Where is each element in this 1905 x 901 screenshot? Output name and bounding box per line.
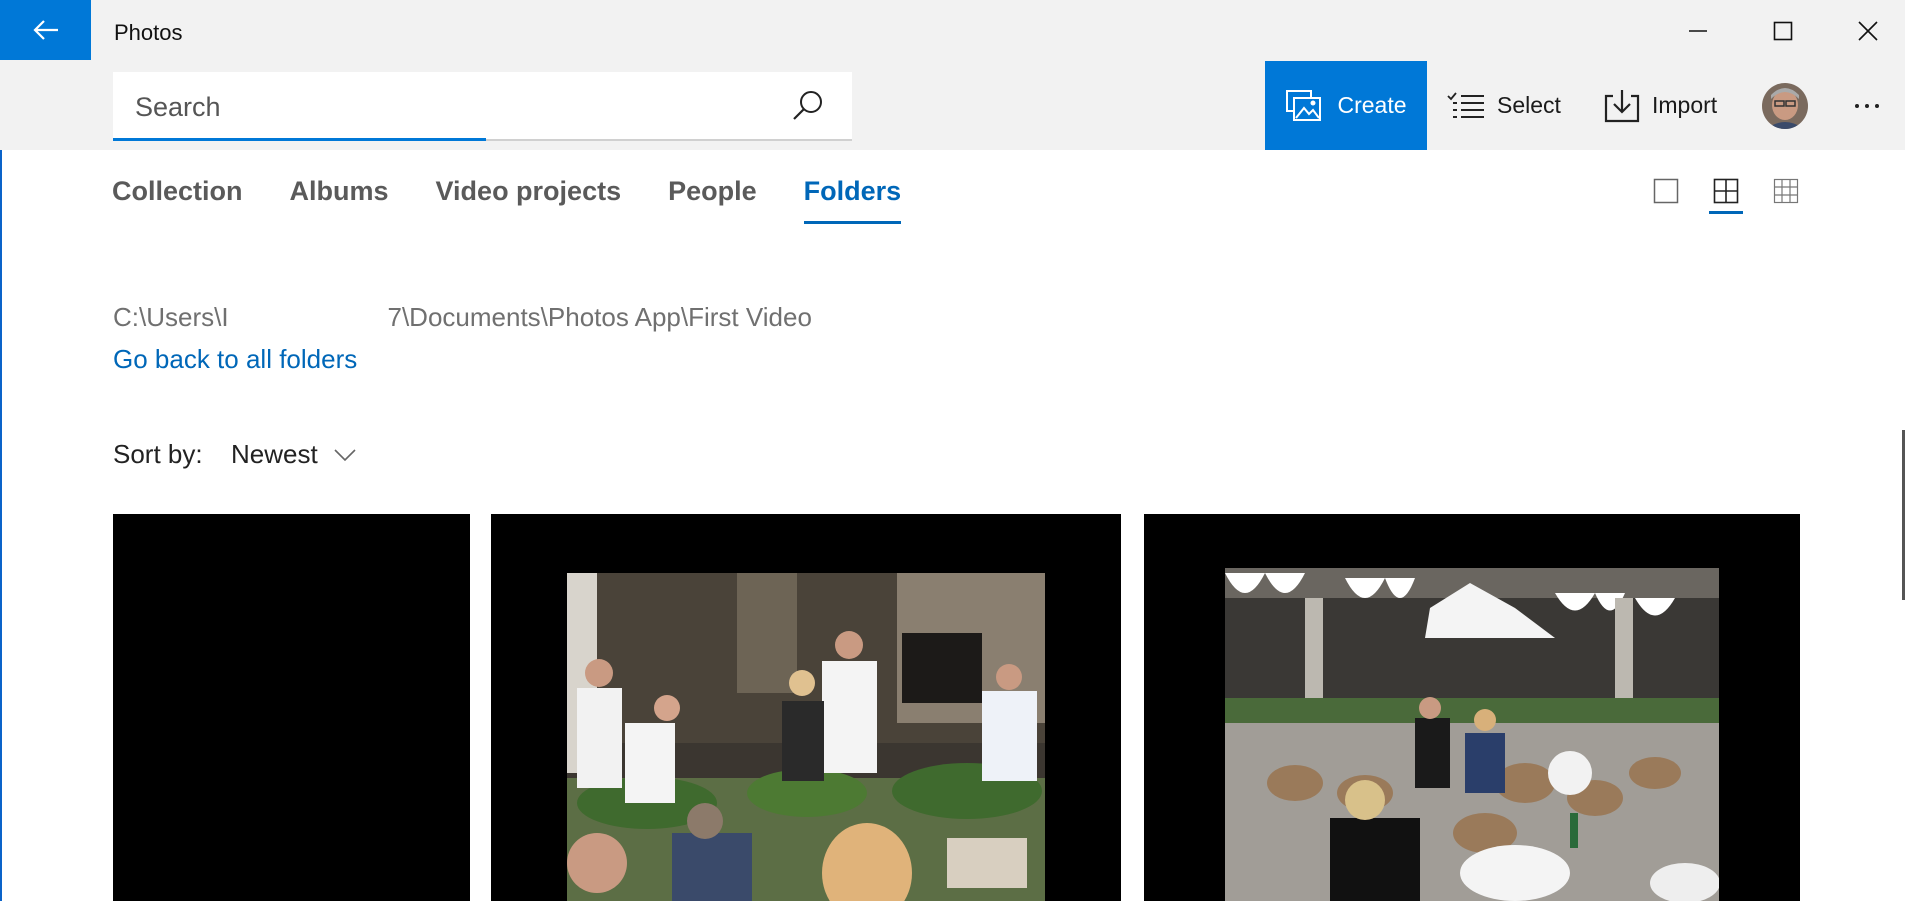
create-button[interactable]: Create bbox=[1265, 61, 1427, 150]
video-thumbnail[interactable] bbox=[113, 514, 470, 901]
tab-albums[interactable]: Albums bbox=[290, 176, 389, 224]
tab-folders[interactable]: Folders bbox=[803, 176, 901, 224]
user-avatar-icon bbox=[1762, 83, 1808, 129]
maximize-icon bbox=[1773, 21, 1792, 41]
select-button[interactable]: Select bbox=[1447, 61, 1561, 150]
title-bar: Photos Create Select bbox=[0, 0, 1905, 150]
close-icon bbox=[1857, 21, 1878, 41]
sort-label: Sort by: bbox=[113, 439, 203, 469]
import-button[interactable]: Import bbox=[1604, 61, 1717, 150]
medium-tile-icon bbox=[1713, 178, 1739, 204]
cafe-scene-image bbox=[1225, 568, 1719, 901]
back-button[interactable] bbox=[0, 0, 91, 60]
sort-dropdown[interactable]: Newest bbox=[231, 439, 356, 470]
search-focus-underline bbox=[113, 138, 486, 141]
maximize-button[interactable] bbox=[1740, 0, 1825, 62]
small-tiles-button[interactable] bbox=[1772, 178, 1800, 214]
small-tile-icon bbox=[1773, 178, 1799, 204]
import-icon bbox=[1604, 89, 1640, 122]
tab-people[interactable]: People bbox=[668, 176, 757, 224]
medium-tiles-button[interactable] bbox=[1709, 178, 1743, 214]
minimize-icon bbox=[1688, 30, 1707, 32]
view-size-toggles bbox=[1652, 178, 1800, 218]
more-dot bbox=[1855, 104, 1859, 108]
search-icon[interactable] bbox=[790, 88, 826, 124]
more-dot bbox=[1865, 104, 1869, 108]
large-tile-icon bbox=[1653, 178, 1679, 204]
video-thumbnail[interactable] bbox=[1144, 514, 1800, 901]
select-label: Select bbox=[1497, 92, 1561, 118]
create-label: Create bbox=[1337, 92, 1407, 118]
back-to-all-folders-link[interactable]: Go back to all folders bbox=[113, 344, 357, 375]
checklist-icon bbox=[1447, 91, 1484, 118]
tab-video-projects[interactable]: Video projects bbox=[436, 176, 622, 224]
search-box bbox=[113, 72, 852, 141]
close-button[interactable] bbox=[1825, 0, 1905, 62]
search-input[interactable] bbox=[135, 88, 775, 126]
nav-tabs: Collection Albums Video projects People … bbox=[112, 176, 901, 224]
import-label: Import bbox=[1652, 92, 1718, 118]
folder-path: C:\Users\I 7\Documents\Photos App\First … bbox=[113, 302, 812, 332]
more-dot bbox=[1875, 104, 1879, 108]
tab-collection[interactable]: Collection bbox=[112, 176, 243, 224]
window-accent-edge bbox=[0, 150, 2, 901]
large-tiles-button[interactable] bbox=[1652, 178, 1680, 214]
back-arrow-icon bbox=[32, 20, 58, 40]
concert-scene-image bbox=[567, 573, 1045, 901]
more-options-button[interactable] bbox=[1842, 88, 1892, 124]
minimize-button[interactable] bbox=[1655, 0, 1740, 62]
account-avatar[interactable] bbox=[1762, 83, 1808, 129]
sort-value: Newest bbox=[231, 439, 318, 469]
app-title: Photos bbox=[114, 20, 183, 45]
video-thumbnail[interactable] bbox=[491, 514, 1121, 901]
create-photo-icon bbox=[1286, 89, 1322, 121]
chevron-down-icon bbox=[334, 448, 356, 461]
